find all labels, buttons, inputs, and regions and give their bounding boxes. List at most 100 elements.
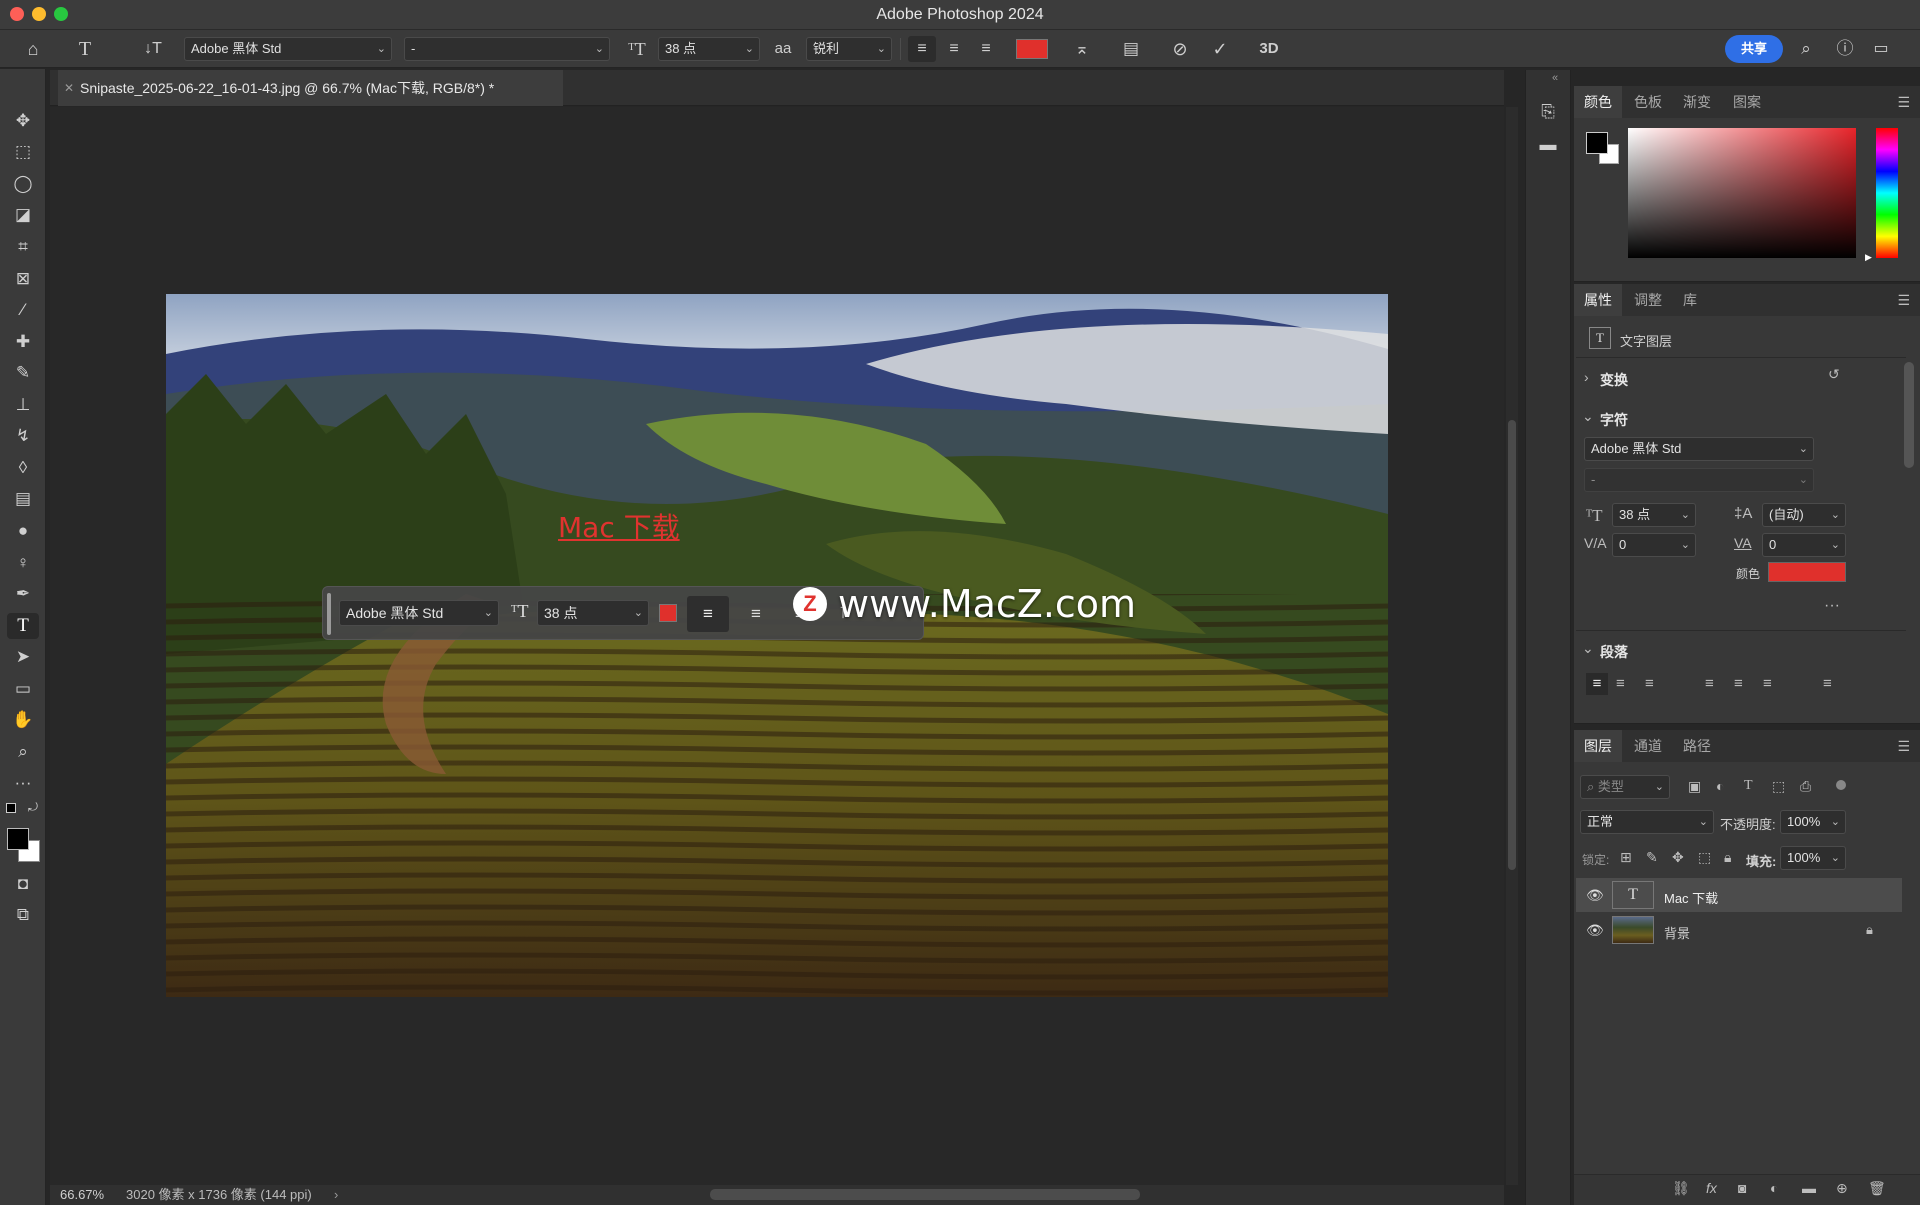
lock-image-icon[interactable]: ✎ — [1646, 849, 1658, 866]
antialias-select[interactable]: 锐利 ⌄ — [806, 37, 892, 61]
chevron-right-icon[interactable]: › — [1584, 369, 1589, 385]
rectangle-tool-icon[interactable]: ▭ — [7, 676, 39, 702]
landscape-photo[interactable] — [166, 294, 1388, 997]
hand-tool-icon[interactable]: ✋ — [7, 707, 39, 733]
character-font-family-select[interactable]: Adobe 黑体 Std ⌄ — [1584, 437, 1814, 461]
properties-scroll-thumb[interactable] — [1904, 362, 1914, 468]
frame-tool-icon[interactable]: ⊠ — [7, 266, 39, 292]
warp-text-icon[interactable]: ⌅ — [1068, 36, 1096, 62]
floating-font-size-select[interactable]: 38 点 ⌄ — [537, 600, 649, 626]
blur-tool-icon[interactable]: ● — [7, 518, 39, 544]
color-panel-foreground-swatch[interactable] — [1586, 132, 1608, 154]
more-options-icon[interactable]: ··· — [1824, 597, 1840, 615]
character-color-swatch[interactable] — [1768, 562, 1846, 582]
align-center-icon[interactable]: ≡ — [940, 36, 968, 62]
zoom-tool-icon[interactable]: ⌕ — [7, 739, 39, 765]
path-selection-tool-icon[interactable]: ➤ — [7, 644, 39, 670]
lock-position-icon[interactable]: ✥ — [1672, 849, 1684, 866]
type-tool-icon[interactable]: T — [7, 613, 39, 639]
hue-slider[interactable] — [1876, 128, 1898, 258]
filter-pixel-icon[interactable]: ▣ — [1688, 778, 1701, 795]
tab-libraries[interactable]: 库 — [1673, 284, 1707, 316]
panel-menu-icon[interactable]: ☰ — [1897, 738, 1910, 755]
reset-icon[interactable]: ↺ — [1828, 366, 1840, 383]
transform-section-header[interactable]: 变换 — [1600, 370, 1628, 390]
character-panel-icon[interactable]: ▤ — [1116, 36, 1146, 62]
chevron-down-icon[interactable]: ⌄ — [1582, 640, 1594, 657]
justify-all-icon[interactable]: ≡ — [1823, 675, 1832, 692]
kerning-select[interactable]: 0 ⌄ — [1612, 533, 1696, 557]
tab-patterns[interactable]: 图案 — [1723, 86, 1771, 118]
floating-color-swatch[interactable] — [659, 604, 677, 622]
justify-last-right-icon[interactable]: ≡ — [1763, 675, 1772, 692]
font-size-select[interactable]: 38 点 ⌄ — [658, 37, 760, 61]
comments-panel-icon[interactable]: ▬ — [1534, 133, 1562, 157]
foreground-color-swatch[interactable] — [7, 828, 29, 850]
link-layers-icon[interactable]: ⛓︎ — [1672, 1180, 1690, 1197]
horizontal-scroll-thumb[interactable] — [710, 1189, 1140, 1200]
delete-layer-icon[interactable]: 🗑︎ — [1868, 1180, 1886, 1197]
object-selection-tool-icon[interactable]: ◪ — [7, 202, 39, 228]
document-tab[interactable]: ✕ Snipaste_2025-06-22_16-01-43.jpg @ 66.… — [58, 70, 563, 106]
floating-font-family-select[interactable]: Adobe 黑体 Std ⌄ — [339, 600, 499, 626]
tracking-select[interactable]: 0 ⌄ — [1762, 533, 1846, 557]
tab-adjustments[interactable]: 调整 — [1624, 284, 1672, 316]
layer-row-background[interactable]: 👁︎ 背景 🔒︎ — [1576, 913, 1902, 947]
clone-stamp-tool-icon[interactable]: ⊥ — [7, 392, 39, 418]
gradient-tool-icon[interactable]: ▤ — [7, 486, 39, 512]
character-font-style-select[interactable]: - ⌄ — [1584, 468, 1814, 492]
lock-artboard-icon[interactable]: ⬚ — [1698, 849, 1711, 866]
lock-all-icon[interactable]: 🔒︎ — [1724, 849, 1731, 866]
tab-paths[interactable]: 路径 — [1673, 730, 1721, 762]
add-mask-icon[interactable]: ◙ — [1738, 1180, 1746, 1196]
crop-tool-icon[interactable]: ⌗ — [7, 234, 39, 260]
opacity-input[interactable]: 100% ⌄ — [1780, 810, 1846, 834]
lock-transparent-icon[interactable]: ⊞ — [1620, 849, 1632, 866]
marquee-tool-icon[interactable]: ⬚ — [7, 139, 39, 165]
default-colors-icon[interactable] — [6, 803, 16, 813]
tab-gradients[interactable]: 渐变 — [1673, 86, 1721, 118]
paragraph-section-header[interactable]: 段落 — [1600, 642, 1628, 662]
justify-last-left-icon[interactable]: ≡ — [1705, 675, 1714, 692]
history-brush-tool-icon[interactable]: ↯ — [7, 423, 39, 449]
zoom-level[interactable]: 66.67% — [60, 1185, 104, 1205]
filter-type-icon[interactable]: T — [1744, 778, 1753, 794]
paragraph-align-center-icon[interactable]: ≡ — [1616, 675, 1625, 692]
vertical-scroll-thumb[interactable] — [1508, 420, 1516, 870]
search-icon[interactable]: ⌕ — [1792, 36, 1820, 62]
filter-toggle-icon[interactable] — [1836, 780, 1846, 790]
tab-color[interactable]: 颜色 — [1574, 86, 1622, 118]
document-info[interactable]: 3020 像素 x 1736 像素 (144 ppi) — [126, 1185, 312, 1205]
eyedropper-tool-icon[interactable]: ⁄ — [7, 297, 39, 323]
filter-adjustment-icon[interactable]: ◐ — [1716, 778, 1724, 794]
eraser-tool-icon[interactable]: ◊ — [7, 455, 39, 481]
brush-tool-icon[interactable]: ✎ — [7, 360, 39, 386]
help-icon[interactable]: ⓘ — [1830, 36, 1860, 62]
commit-checkmark-icon[interactable]: ✓ — [1206, 36, 1234, 62]
healing-brush-tool-icon[interactable]: ✚ — [7, 329, 39, 355]
character-font-size-select[interactable]: 38 点 ⌄ — [1612, 503, 1696, 527]
3d-button[interactable]: 3D — [1254, 36, 1284, 62]
font-family-select[interactable]: Adobe 黑体 Std ⌄ — [184, 37, 392, 61]
paragraph-align-left-icon[interactable]: ≡ — [1586, 673, 1608, 695]
filter-smart-object-icon[interactable]: ⎙ — [1800, 778, 1811, 795]
move-tool-icon[interactable]: ✥ — [7, 108, 39, 134]
justify-last-center-icon[interactable]: ≡ — [1734, 675, 1743, 692]
align-left-icon[interactable]: ≡ — [908, 36, 936, 62]
more-tools-icon[interactable]: ··· — [7, 770, 39, 796]
new-layer-icon[interactable]: ⊕ — [1836, 1180, 1848, 1197]
filter-shape-icon[interactable]: ⬚ — [1772, 778, 1785, 795]
color-picker-field[interactable] — [1628, 128, 1856, 258]
tab-layers[interactable]: 图层 — [1574, 730, 1622, 762]
dodge-tool-icon[interactable]: ♀ — [7, 550, 39, 576]
lasso-tool-icon[interactable]: ◯ — [7, 171, 39, 197]
cancel-icon[interactable]: ⊘ — [1166, 36, 1194, 62]
tab-swatches[interactable]: 色板 — [1624, 86, 1672, 118]
quick-mask-icon[interactable]: ◘ — [7, 871, 39, 897]
layer-style-fx-icon[interactable]: fx — [1706, 1180, 1717, 1196]
fill-input[interactable]: 100% ⌄ — [1780, 846, 1846, 870]
swap-colors-icon[interactable]: ⤾ — [28, 800, 38, 815]
text-color-swatch[interactable] — [1016, 39, 1048, 59]
pen-tool-icon[interactable]: ✒ — [7, 581, 39, 607]
adjustment-layer-icon[interactable]: ◐ — [1770, 1180, 1778, 1196]
